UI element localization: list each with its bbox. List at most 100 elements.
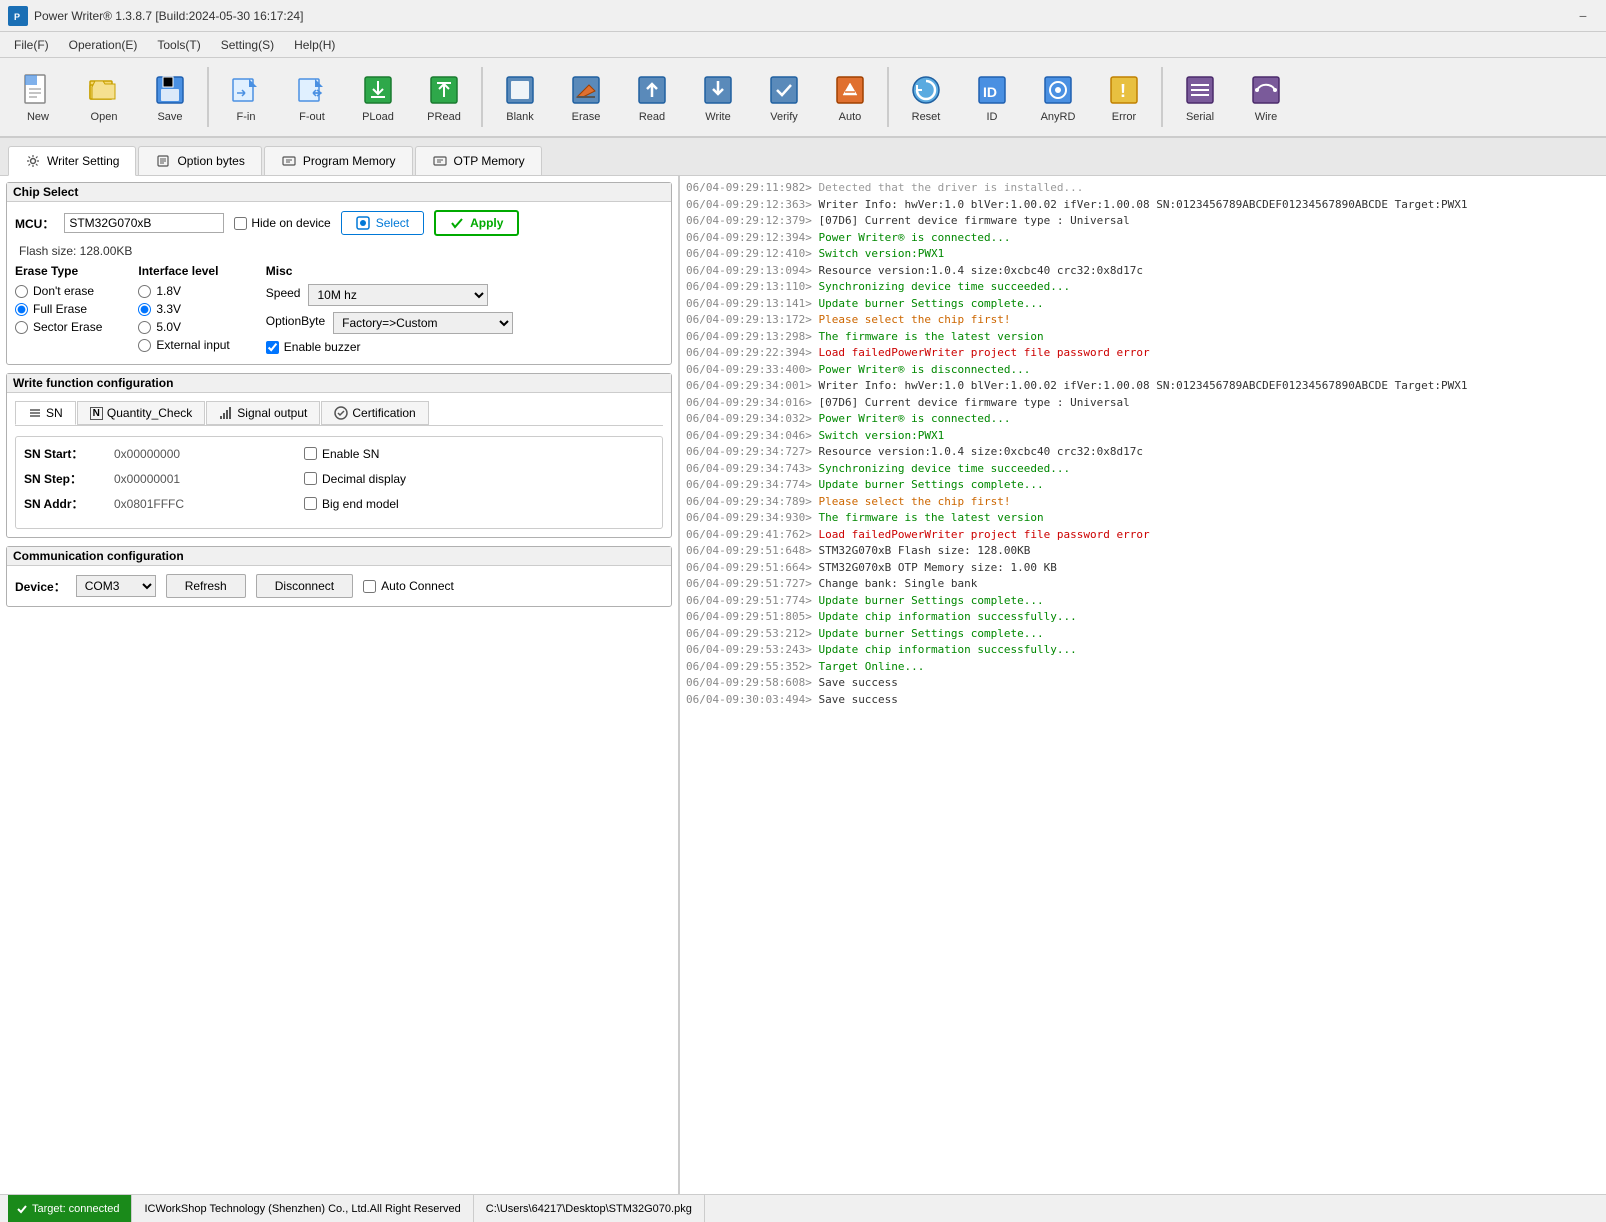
speed-select[interactable]: 10M hz <box>308 284 488 306</box>
optionbyte-label: OptionByte <box>266 314 325 328</box>
enable-buzzer-label: Enable buzzer <box>284 340 361 354</box>
voltage-3v3-radio[interactable] <box>138 303 151 316</box>
interface-level-title: Interface level <box>138 264 229 278</box>
tab-otp-memory[interactable]: OTP Memory <box>415 146 542 175</box>
new-icon <box>19 71 57 109</box>
select-button[interactable]: Select <box>341 211 424 235</box>
full-erase-option[interactable]: Full Erase <box>15 302 102 316</box>
refresh-button[interactable]: Refresh <box>166 574 246 598</box>
voltage-5v-radio[interactable] <box>138 321 151 334</box>
menu-tools[interactable]: Tools(T) <box>147 36 210 54</box>
external-input-radio[interactable] <box>138 339 151 352</box>
sn-step-label: SN Step： <box>24 470 104 487</box>
tab-writer-setting[interactable]: Writer Setting <box>8 146 136 176</box>
toolbar-open-button[interactable]: Open <box>72 62 136 132</box>
toolbar-verify-button[interactable]: Verify <box>752 62 816 132</box>
enable-buzzer-checkbox[interactable] <box>266 341 279 354</box>
voltage-1v8-radio[interactable] <box>138 285 151 298</box>
filepath-status: C:\Users\64217\Desktop\STM32G070.pkg <box>474 1195 705 1222</box>
toolbar-error-button[interactable]: ! Error <box>1092 62 1156 132</box>
wfc-tab-certification[interactable]: Certification <box>321 401 428 425</box>
voltage-1v8-option[interactable]: 1.8V <box>138 284 229 298</box>
decimal-display-label: Decimal display <box>322 472 406 486</box>
toolbar-serial-button[interactable]: Serial <box>1168 62 1232 132</box>
sector-erase-option[interactable]: Sector Erase <box>15 320 102 334</box>
toolbar-new-button[interactable]: New <box>6 62 70 132</box>
log-entry: 06/04-09:29:12:410> Switch version:PWX1 <box>686 246 1600 263</box>
decimal-display-option[interactable]: Decimal display <box>304 472 654 486</box>
auto-connect-option[interactable]: Auto Connect <box>363 579 454 593</box>
auto-connect-checkbox[interactable] <box>363 580 376 593</box>
new-button-label: New <box>27 111 49 123</box>
toolbar-id-button[interactable]: ID ID <box>960 62 1024 132</box>
write-button-label: Write <box>705 111 730 123</box>
toolbar-anyrd-button[interactable]: AnyRD <box>1026 62 1090 132</box>
left-panel: Chip Select MCU： Hide on device Select <box>0 176 680 1194</box>
voltage-3v3-option[interactable]: 3.3V <box>138 302 229 316</box>
log-entry: 06/04-09:29:12:379> [07D6] Current devic… <box>686 213 1600 230</box>
sn-step-row: SN Step： 0x00000001 Decimal display <box>24 470 654 487</box>
tab-option-bytes[interactable]: Option bytes <box>138 146 261 175</box>
cert-icon <box>334 406 348 420</box>
wfc-tab-sn[interactable]: SN <box>15 401 76 425</box>
device-select[interactable]: COM3 <box>76 575 156 597</box>
log-entry: 06/04-09:29:51:664> STM32G070xB OTP Memo… <box>686 560 1600 577</box>
log-entry: 06/04-09:29:34:743> Synchronizing device… <box>686 461 1600 478</box>
log-entry: 06/04-09:29:34:789> Please select the ch… <box>686 494 1600 511</box>
disconnect-button[interactable]: Disconnect <box>256 574 353 598</box>
sn-start-value: 0x00000000 <box>114 447 294 461</box>
fin-button-label: F-in <box>237 111 256 123</box>
wfc-tab-signal[interactable]: Signal output <box>206 401 320 425</box>
big-end-option[interactable]: Big end model <box>304 497 654 511</box>
toolbar-pread-button[interactable]: PRead <box>412 62 476 132</box>
toolbar-fin-button[interactable]: F-in <box>214 62 278 132</box>
optbytes-icon <box>155 153 171 169</box>
toolbar-fout-button[interactable]: F-out <box>280 62 344 132</box>
toolbar-blank-button[interactable]: Blank <box>488 62 552 132</box>
enable-sn-option[interactable]: Enable SN <box>304 447 654 461</box>
tab-program-memory[interactable]: Program Memory <box>264 146 413 175</box>
sector-erase-radio[interactable] <box>15 321 28 334</box>
external-input-option[interactable]: External input <box>138 338 229 352</box>
read-icon <box>633 71 671 109</box>
log-entry: 06/04-09:29:13:141> Update burner Settin… <box>686 296 1600 313</box>
hide-checkbox-label: Hide on device <box>234 216 330 230</box>
toolbar-save-button[interactable]: Save <box>138 62 202 132</box>
optionbyte-select[interactable]: Factory=>Custom <box>333 312 513 334</box>
apply-button[interactable]: Apply <box>434 210 519 236</box>
verify-button-label: Verify <box>770 111 798 123</box>
toolbar-read-button[interactable]: Read <box>620 62 684 132</box>
toolbar-write-button[interactable]: Write <box>686 62 750 132</box>
full-erase-radio[interactable] <box>15 303 28 316</box>
wire-icon <box>1247 71 1285 109</box>
menu-file[interactable]: File(F) <box>4 36 59 54</box>
enable-buzzer-option[interactable]: Enable buzzer <box>266 340 513 354</box>
dont-erase-option[interactable]: Don't erase <box>15 284 102 298</box>
mcu-label: MCU： <box>15 215 54 232</box>
write-icon <box>699 71 737 109</box>
enable-sn-checkbox[interactable] <box>304 447 317 460</box>
wfc-tab-quantity-label: Quantity_Check <box>107 406 192 420</box>
dont-erase-radio[interactable] <box>15 285 28 298</box>
big-end-checkbox[interactable] <box>304 497 317 510</box>
wfc-tab-quantity[interactable]: N Quantity_Check <box>77 401 206 425</box>
signal-icon <box>219 406 233 420</box>
log-entry: 06/04-09:29:53:243> Update chip informat… <box>686 642 1600 659</box>
minimize-button[interactable]: − <box>1568 6 1598 26</box>
log-entry: 06/04-09:29:51:774> Update burner Settin… <box>686 593 1600 610</box>
external-input-label: External input <box>156 338 229 352</box>
voltage-5v-option[interactable]: 5.0V <box>138 320 229 334</box>
menu-operation[interactable]: Operation(E) <box>59 36 148 54</box>
toolbar-erase-button[interactable]: Erase <box>554 62 618 132</box>
mcu-input[interactable] <box>64 213 224 233</box>
menu-bar: File(F) Operation(E) Tools(T) Setting(S)… <box>0 32 1606 58</box>
toolbar-wire-button[interactable]: Wire <box>1234 62 1298 132</box>
hide-on-device-checkbox[interactable] <box>234 217 247 230</box>
menu-setting[interactable]: Setting(S) <box>211 36 284 54</box>
toolbar-reset-button[interactable]: Reset <box>894 62 958 132</box>
menu-help[interactable]: Help(H) <box>284 36 345 54</box>
decimal-display-checkbox[interactable] <box>304 472 317 485</box>
toolbar-pload-button[interactable]: PLoad <box>346 62 410 132</box>
toolbar-auto-button[interactable]: Auto <box>818 62 882 132</box>
log-entry: 06/04-09:29:34:774> Update burner Settin… <box>686 477 1600 494</box>
